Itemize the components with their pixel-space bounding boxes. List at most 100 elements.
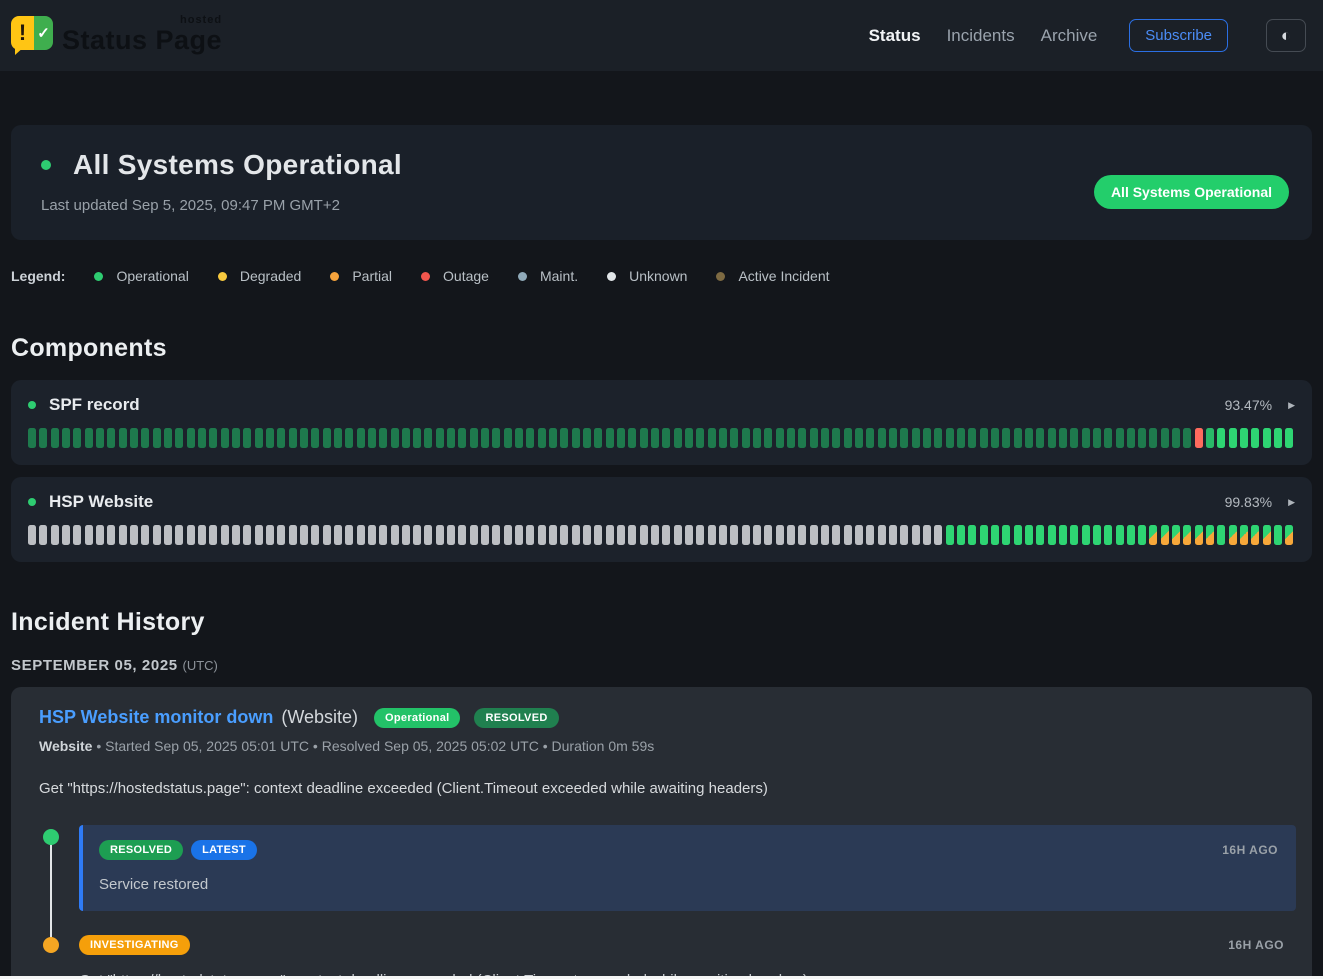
uptime-bar-unknown xyxy=(266,525,274,545)
uptime-bar-op-dim xyxy=(855,428,863,448)
uptime-bar-unknown xyxy=(526,525,534,545)
uptime-bar-unknown xyxy=(334,525,342,545)
component-expand[interactable]: 93.47%▶ xyxy=(1225,397,1295,413)
uptime-bar-unknown xyxy=(640,525,648,545)
uptime-bar-unknown xyxy=(232,525,240,545)
uptime-bars xyxy=(28,525,1295,545)
component-header: SPF record 93.47%▶ xyxy=(28,395,1295,415)
incident-date: SEPTEMBER 05, 2025 xyxy=(11,657,178,674)
uptime-bar-op xyxy=(1059,525,1067,545)
nav-item-status[interactable]: Status xyxy=(869,26,921,46)
component-name: SPF record xyxy=(49,395,140,415)
uptime-bar-unknown xyxy=(742,525,750,545)
uptime-bar-unknown xyxy=(357,525,365,545)
legend-item-outage: Outage xyxy=(421,268,489,284)
component-uptime-percent: 93.47% xyxy=(1225,397,1272,413)
uptime-bar-unknown xyxy=(798,525,806,545)
uptime-bar-unknown xyxy=(696,525,704,545)
timeline-update-header: INVESTIGATING16H AGO xyxy=(79,935,1284,955)
uptime-bar-op-dim xyxy=(323,428,331,448)
uptime-bar-partial xyxy=(1251,525,1259,545)
uptime-bar-op xyxy=(1014,525,1022,545)
incident-resolved-badge: RESOLVED xyxy=(474,708,558,728)
uptime-bar-unknown xyxy=(323,525,331,545)
uptime-bar-op xyxy=(980,525,988,545)
incident-date-heading: SEPTEMBER 05, 2025 (UTC) xyxy=(11,657,1312,674)
uptime-bar-op-dim xyxy=(311,428,319,448)
uptime-bar-outage xyxy=(1195,428,1203,448)
uptime-bar-op-dim xyxy=(764,428,772,448)
uptime-bar-unknown xyxy=(153,525,161,545)
incident-date-utc: (UTC) xyxy=(183,658,218,673)
nav-item-incidents[interactable]: Incidents xyxy=(947,26,1015,46)
latest-badge: LATEST xyxy=(191,840,257,860)
uptime-bar-op-dim xyxy=(232,428,240,448)
uptime-bar-op-dim xyxy=(1104,428,1112,448)
uptime-bar-op-dim xyxy=(549,428,557,448)
uptime-bar-unknown xyxy=(73,525,81,545)
uptime-bar-op-dim xyxy=(402,428,410,448)
incident-component-suffix: (Website) xyxy=(281,707,358,728)
uptime-bar-unknown xyxy=(277,525,285,545)
timeline-entry-2: INVESTIGATING16H AGOGet "https://hosteds… xyxy=(39,933,1296,979)
legend-item-unknown: Unknown xyxy=(607,268,687,284)
uptime-bar-op-dim xyxy=(991,428,999,448)
uptime-bar-partial xyxy=(1149,525,1157,545)
uptime-bar-unknown xyxy=(107,525,115,545)
status-dot xyxy=(41,160,51,170)
uptime-bar-op-dim xyxy=(1014,428,1022,448)
incident-meta-component: Website xyxy=(39,738,92,754)
uptime-bar-unknown xyxy=(458,525,466,545)
uptime-bar-op xyxy=(1036,525,1044,545)
status-badge: All Systems Operational xyxy=(1094,175,1289,209)
uptime-bar-op-dim xyxy=(141,428,149,448)
uptime-bar-unknown xyxy=(515,525,523,545)
component-name: HSP Website xyxy=(49,492,153,512)
brand-logo[interactable]: ! ✓ hosted Status Page xyxy=(11,16,222,56)
overall-status-banner: All Systems Operational Last updated Sep… xyxy=(11,125,1312,240)
uptime-bar-unknown xyxy=(402,525,410,545)
uptime-bar-op-dim xyxy=(107,428,115,448)
uptime-bar-op-dim xyxy=(436,428,444,448)
uptime-bar-unknown xyxy=(436,525,444,545)
uptime-bar-op xyxy=(991,525,999,545)
legend-label: Legend: xyxy=(11,268,65,284)
theme-toggle-button[interactable]: ◐ xyxy=(1266,19,1306,52)
incident-title-link[interactable]: HSP Website monitor down xyxy=(39,707,273,728)
brand-tag: hosted xyxy=(180,14,222,26)
uptime-bar-op xyxy=(1217,525,1225,545)
uptime-bar-unknown xyxy=(85,525,93,545)
nav-item-archive[interactable]: Archive xyxy=(1041,26,1098,46)
uptime-bar-op xyxy=(1274,525,1282,545)
uptime-bar-unknown xyxy=(119,525,127,545)
incident-timeline: RESOLVEDLATEST16H AGOService restoredINV… xyxy=(39,825,1296,979)
uptime-bar-unknown xyxy=(583,525,591,545)
uptime-bar-op-dim xyxy=(1149,428,1157,448)
uptime-bar-op-dim xyxy=(594,428,602,448)
uptime-bar-op-dim xyxy=(368,428,376,448)
uptime-bar-op xyxy=(1285,428,1293,448)
uptime-bar-unknown xyxy=(594,525,602,545)
uptime-bar-unknown xyxy=(821,525,829,545)
component-expand[interactable]: 99.83%▶ xyxy=(1225,494,1295,510)
legend-dot xyxy=(330,272,339,281)
uptime-bars xyxy=(28,428,1295,448)
uptime-bar-unknown xyxy=(889,525,897,545)
uptime-bar-op-dim xyxy=(798,428,806,448)
uptime-bar-op-dim xyxy=(606,428,614,448)
uptime-bar-unknown xyxy=(674,525,682,545)
uptime-bar-op-dim xyxy=(424,428,432,448)
uptime-bar-partial xyxy=(1240,525,1248,545)
uptime-bar-op-dim xyxy=(719,428,727,448)
uptime-bar-unknown xyxy=(289,525,297,545)
legend-item-label: Unknown xyxy=(629,268,687,284)
uptime-bar-op-dim xyxy=(946,428,954,448)
uptime-bar-op-dim xyxy=(1138,428,1146,448)
brand-name: Status Page xyxy=(62,25,222,55)
component-status-dot xyxy=(28,498,36,506)
legend-dot xyxy=(518,272,527,281)
uptime-bar-op-mid xyxy=(1206,428,1214,448)
uptime-bar-unknown xyxy=(900,525,908,545)
uptime-bar-op-dim xyxy=(379,428,387,448)
subscribe-button[interactable]: Subscribe xyxy=(1129,19,1228,52)
